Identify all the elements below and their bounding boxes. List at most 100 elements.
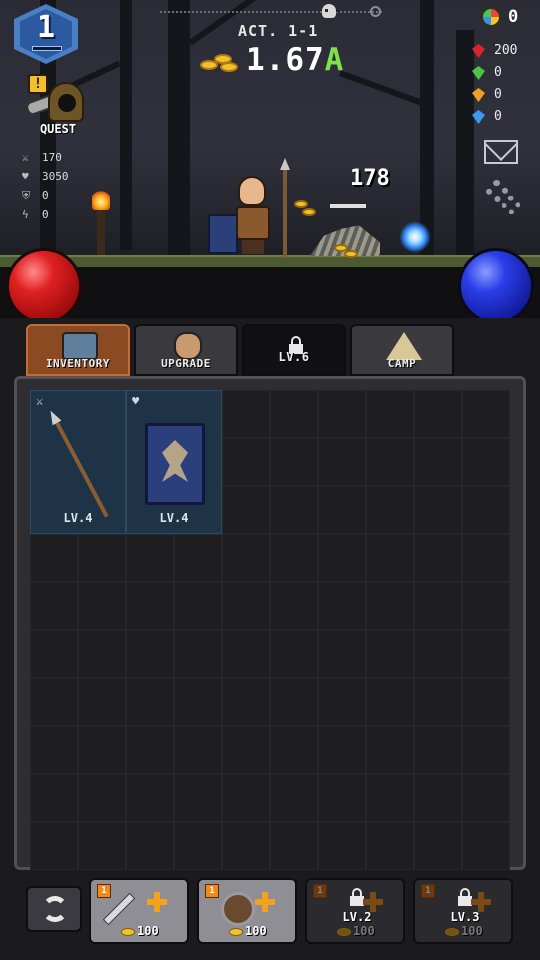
inventory-cell[interactable] xyxy=(414,534,462,582)
tab-inventory[interactable]: INVENTORY xyxy=(26,324,130,376)
inventory-cell[interactable] xyxy=(366,630,414,678)
inventory-cell[interactable] xyxy=(270,678,318,726)
inventory-cell[interactable] xyxy=(462,822,510,870)
inventory-cell[interactable] xyxy=(318,390,366,438)
inventory-cell[interactable] xyxy=(30,582,78,630)
inventory-cell[interactable] xyxy=(222,486,270,534)
inventory-cell[interactable] xyxy=(414,822,462,870)
inventory-cell[interactable] xyxy=(222,390,270,438)
inventory-cell[interactable] xyxy=(366,438,414,486)
inventory-cell[interactable] xyxy=(30,774,78,822)
inventory-cell[interactable] xyxy=(462,486,510,534)
inventory-cell[interactable] xyxy=(78,774,126,822)
tab-upgrade[interactable]: UPGRADE xyxy=(134,324,238,376)
inventory-cell[interactable] xyxy=(30,822,78,870)
inventory-cell[interactable] xyxy=(414,774,462,822)
inventory-cell[interactable] xyxy=(126,630,174,678)
inventory-cell[interactable] xyxy=(270,582,318,630)
inventory-cell[interactable] xyxy=(462,390,510,438)
inventory-cell[interactable] xyxy=(414,582,462,630)
inventory-cell[interactable] xyxy=(222,630,270,678)
inventory-cell[interactable] xyxy=(318,678,366,726)
inventory-cell[interactable] xyxy=(30,678,78,726)
inventory-cell[interactable] xyxy=(222,774,270,822)
inventory-cell[interactable] xyxy=(30,726,78,774)
craft-slot4-button[interactable]: 1 LV.3 100 xyxy=(413,878,513,944)
tab-camp[interactable]: CAMP xyxy=(350,324,454,376)
craft-weapon-button[interactable]: 1 100 xyxy=(89,878,189,944)
quest-button[interactable]: ! QUEST xyxy=(18,70,88,138)
inventory-cell[interactable] xyxy=(222,726,270,774)
refresh-button[interactable] xyxy=(26,886,82,932)
inventory-cell[interactable] xyxy=(126,582,174,630)
tab-locked[interactable]: LV.6 xyxy=(242,324,346,376)
craft-slot3-button[interactable]: 1 LV.2 100 xyxy=(305,878,405,944)
inventory-cell[interactable] xyxy=(270,534,318,582)
inventory-cell[interactable] xyxy=(366,486,414,534)
inventory-cell[interactable] xyxy=(30,630,78,678)
inventory-cell[interactable] xyxy=(126,678,174,726)
inventory-cell[interactable] xyxy=(462,534,510,582)
inventory-cell[interactable] xyxy=(318,630,366,678)
inventory-cell[interactable] xyxy=(126,534,174,582)
inventory-cell[interactable] xyxy=(270,774,318,822)
inventory-cell[interactable] xyxy=(318,726,366,774)
inventory-item-shield[interactable]: ♥ LV.4 xyxy=(126,390,222,534)
inventory-cell[interactable] xyxy=(318,582,366,630)
inventory-cell[interactable] xyxy=(270,630,318,678)
gear-icon[interactable] xyxy=(484,180,520,214)
inventory-cell[interactable] xyxy=(78,630,126,678)
inventory-cell[interactable] xyxy=(174,774,222,822)
inventory-cell[interactable] xyxy=(318,534,366,582)
inventory-cell[interactable] xyxy=(462,630,510,678)
inventory-cell[interactable] xyxy=(462,678,510,726)
mail-icon[interactable] xyxy=(484,140,518,164)
inventory-cell[interactable] xyxy=(318,822,366,870)
inventory-cell[interactable] xyxy=(414,438,462,486)
inventory-cell[interactable] xyxy=(414,486,462,534)
inventory-cell[interactable] xyxy=(414,390,462,438)
inventory-cell[interactable] xyxy=(174,582,222,630)
inventory-cell[interactable] xyxy=(366,774,414,822)
inventory-cell[interactable] xyxy=(270,486,318,534)
player-level-badge[interactable]: 1 xyxy=(14,4,78,64)
inventory-cell[interactable] xyxy=(366,726,414,774)
inventory-cell[interactable] xyxy=(126,822,174,870)
inventory-cell[interactable] xyxy=(366,582,414,630)
inventory-cell[interactable] xyxy=(366,534,414,582)
inventory-cell[interactable] xyxy=(174,726,222,774)
inventory-cell[interactable] xyxy=(318,438,366,486)
inventory-cell[interactable] xyxy=(270,390,318,438)
inventory-cell[interactable] xyxy=(78,726,126,774)
inventory-cell[interactable] xyxy=(366,822,414,870)
inventory-cell[interactable] xyxy=(126,726,174,774)
inventory-cell[interactable] xyxy=(222,582,270,630)
inventory-cell[interactable] xyxy=(78,822,126,870)
inventory-cell[interactable] xyxy=(462,582,510,630)
inventory-cell[interactable] xyxy=(78,534,126,582)
inventory-cell[interactable] xyxy=(270,726,318,774)
inventory-cell[interactable] xyxy=(78,678,126,726)
inventory-cell[interactable] xyxy=(462,726,510,774)
craft-shield-button[interactable]: 1 100 xyxy=(197,878,297,944)
inventory-cell[interactable] xyxy=(222,678,270,726)
inventory-cell[interactable] xyxy=(414,678,462,726)
inventory-item-spear[interactable]: ⚔ LV.4 xyxy=(30,390,126,534)
inventory-cell[interactable] xyxy=(366,678,414,726)
inventory-cell[interactable] xyxy=(414,726,462,774)
inventory-cell[interactable] xyxy=(174,630,222,678)
inventory-cell[interactable] xyxy=(462,774,510,822)
inventory-cell[interactable] xyxy=(270,822,318,870)
inventory-cell[interactable] xyxy=(222,822,270,870)
inventory-cell[interactable] xyxy=(318,774,366,822)
inventory-cell[interactable] xyxy=(174,534,222,582)
inventory-cell[interactable] xyxy=(366,390,414,438)
inventory-cell[interactable] xyxy=(270,438,318,486)
inventory-cell[interactable] xyxy=(414,630,462,678)
inventory-cell[interactable] xyxy=(222,438,270,486)
inventory-cell[interactable] xyxy=(462,438,510,486)
inventory-cell[interactable] xyxy=(78,582,126,630)
inventory-cell[interactable] xyxy=(318,486,366,534)
inventory-cell[interactable] xyxy=(30,534,78,582)
inventory-cell[interactable] xyxy=(174,822,222,870)
